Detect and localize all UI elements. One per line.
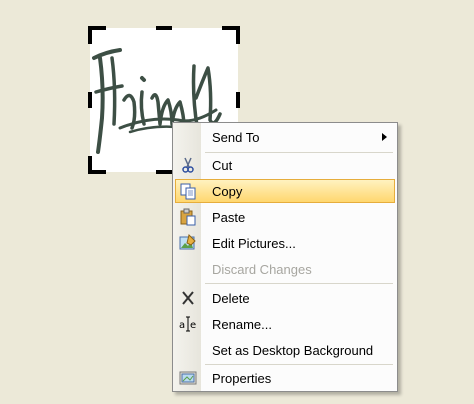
menu-item-label: Send To — [212, 130, 260, 145]
resize-handle-top[interactable] — [156, 26, 172, 30]
resize-handle-top-right[interactable] — [222, 26, 240, 44]
menu-item-send-to[interactable]: Send To — [175, 125, 395, 149]
menu-item-cut[interactable]: Cut — [175, 153, 395, 177]
scissors-icon — [179, 156, 197, 174]
context-menu: Send To Cut Copy Paste Edit Pictures... … — [172, 122, 398, 392]
submenu-arrow-icon — [382, 133, 387, 141]
menu-item-label: Rename... — [212, 317, 272, 332]
edit-pictures-icon — [179, 234, 197, 252]
paste-icon — [179, 208, 197, 226]
resize-handle-bottom-left[interactable] — [88, 156, 106, 174]
menu-item-label: Delete — [212, 291, 250, 306]
menu-item-label: Set as Desktop Background — [212, 343, 374, 358]
menu-item-label: Properties — [212, 371, 272, 386]
menu-item-paste[interactable]: Paste — [175, 205, 395, 229]
menu-item-rename[interactable]: a e Rename... — [175, 312, 395, 336]
svg-text:a: a — [179, 320, 185, 331]
resize-handle-left[interactable] — [88, 92, 92, 108]
menu-item-label: Edit Pictures... — [212, 236, 296, 251]
menu-separator — [205, 283, 393, 284]
menu-item-label: Paste — [212, 210, 246, 225]
copy-icon — [179, 182, 197, 200]
menu-item-label: Discard Changes — [212, 262, 312, 277]
menu-item-label: Cut — [212, 158, 233, 173]
resize-handle-top-left[interactable] — [88, 26, 106, 44]
menu-item-set-desktop-background[interactable]: Set as Desktop Background — [175, 338, 395, 362]
rename-icon: a e — [179, 315, 197, 333]
menu-item-label: Copy — [212, 184, 243, 199]
delete-x-icon — [179, 289, 197, 307]
resize-handle-bottom[interactable] — [156, 170, 172, 174]
menu-separator — [205, 364, 393, 365]
menu-item-discard-changes[interactable]: Discard Changes — [175, 257, 395, 281]
menu-item-copy[interactable]: Copy — [175, 179, 395, 203]
properties-icon — [179, 369, 197, 387]
svg-text:e: e — [190, 320, 196, 331]
menu-item-properties[interactable]: Properties — [175, 366, 395, 390]
resize-handle-right[interactable] — [236, 92, 240, 108]
menu-item-delete[interactable]: Delete — [175, 286, 395, 310]
menu-item-edit-pictures[interactable]: Edit Pictures... — [175, 231, 395, 255]
